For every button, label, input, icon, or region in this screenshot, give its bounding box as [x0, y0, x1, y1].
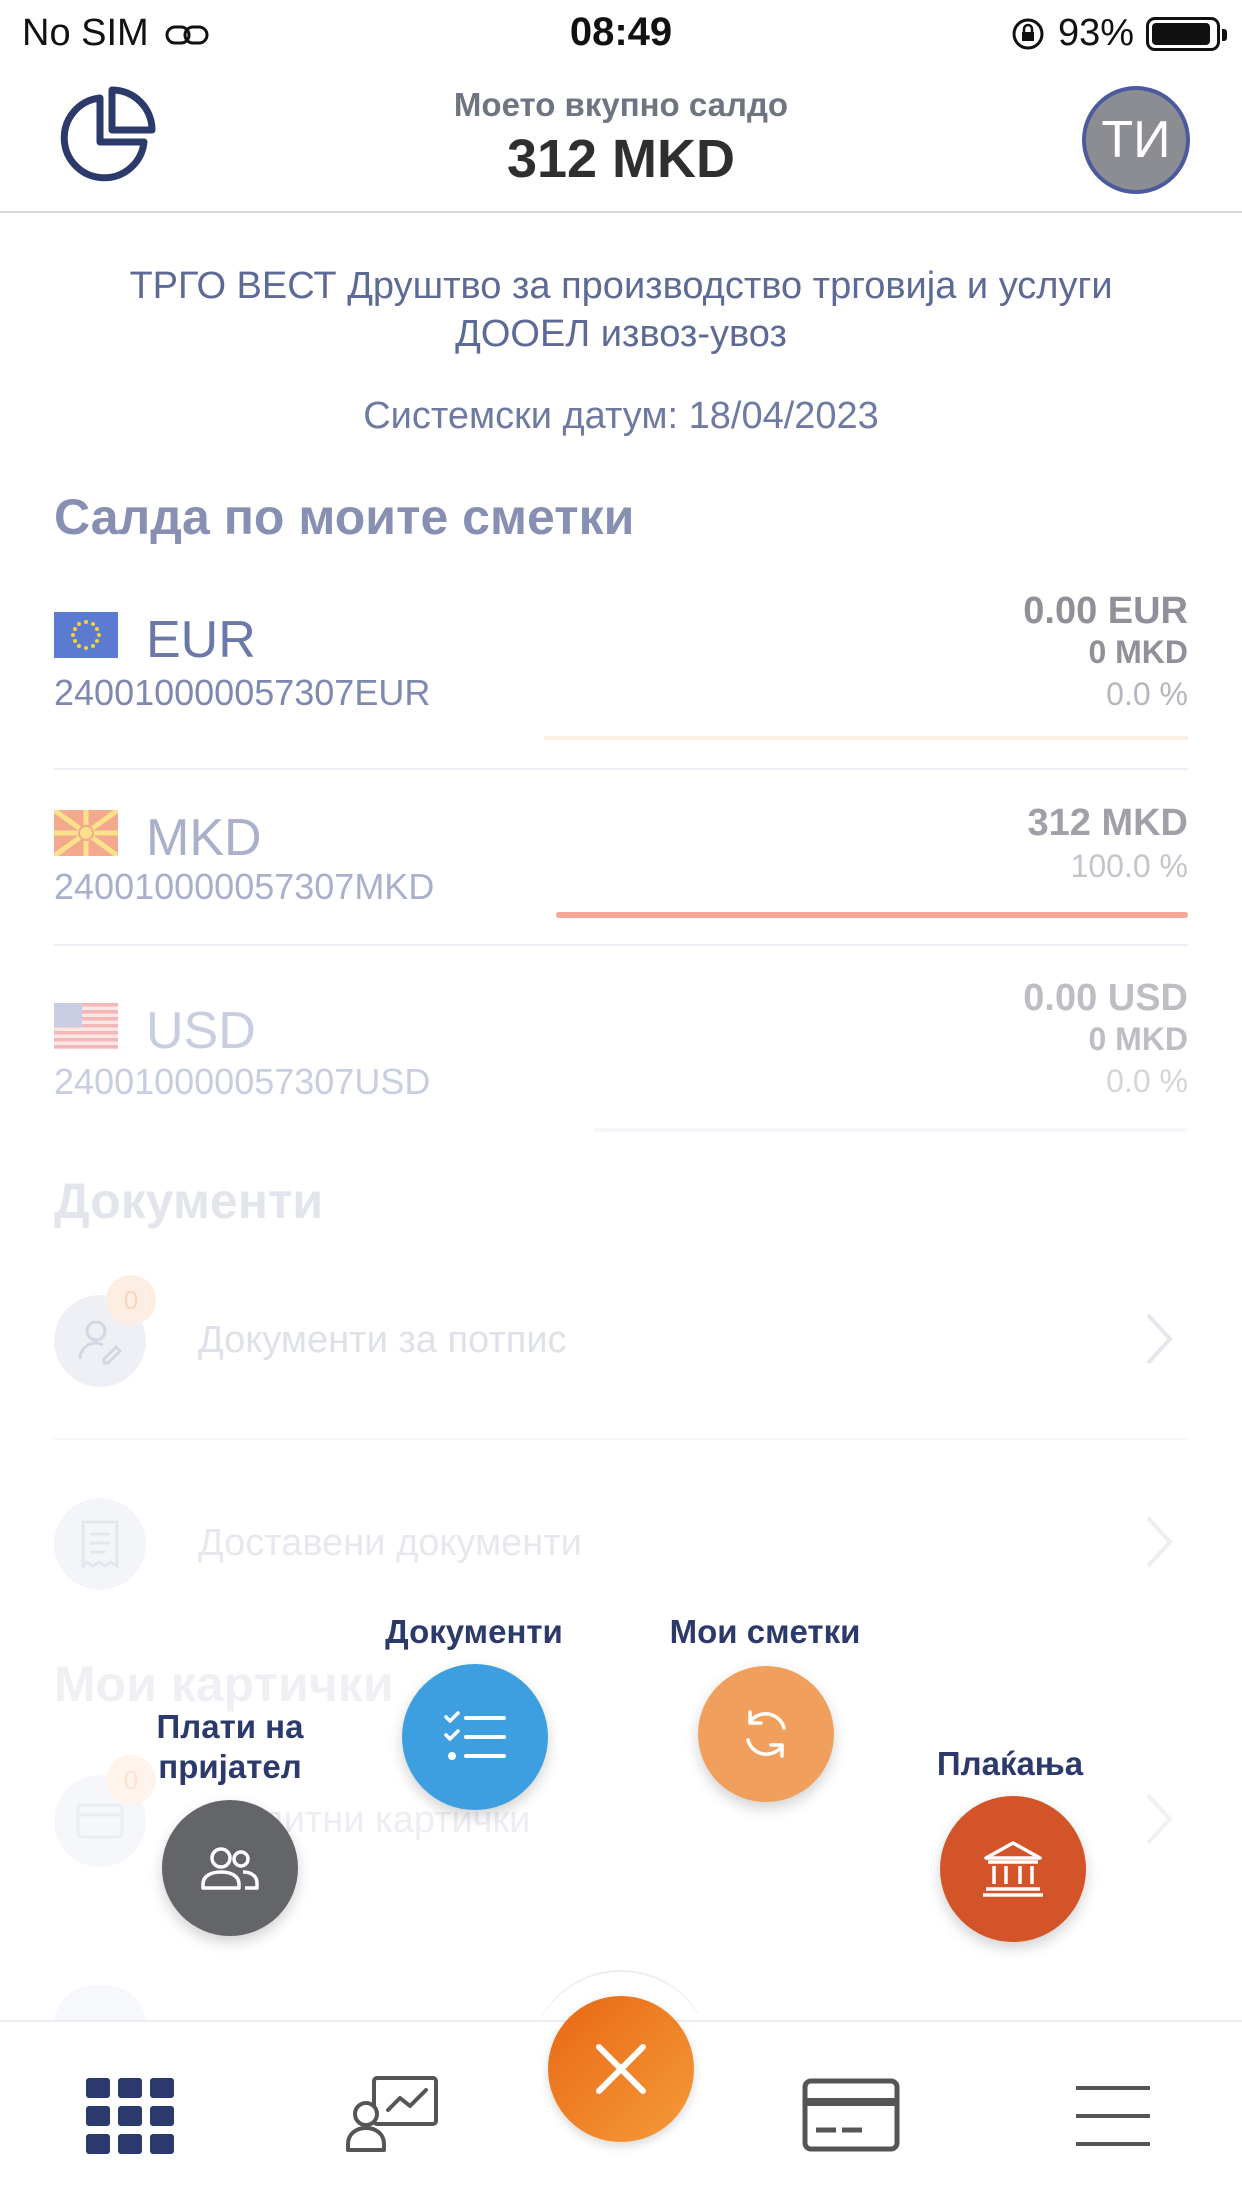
us-flag-icon	[54, 1003, 118, 1049]
divider	[54, 768, 1188, 770]
refresh-icon	[746, 1710, 786, 1758]
menu-icon[interactable]	[1074, 2084, 1152, 2148]
card-icon[interactable]	[802, 2078, 900, 2152]
presentation-icon[interactable]	[344, 2074, 440, 2154]
dashboard-grid-icon[interactable]	[86, 2078, 174, 2154]
account-row-mkd[interactable]: MKD 240010000057307MKD 312 MKD 100.0 %	[54, 800, 1188, 925]
account-row-eur[interactable]: EUR 240010000057307EUR 0.00 EUR 0 MKD 0.…	[54, 590, 1188, 740]
account-number: 240010000057307USD	[54, 1061, 431, 1102]
rotation-lock-icon	[1012, 18, 1044, 49]
payments-button[interactable]	[940, 1796, 1086, 1942]
close-icon	[596, 2044, 646, 2094]
battery-icon	[1146, 16, 1227, 51]
battery-percent: 93%	[1057, 12, 1134, 54]
share-bar-track	[594, 1128, 1188, 1132]
bank-icon	[983, 1841, 1043, 1897]
share-bar-track	[556, 912, 1188, 918]
divider	[54, 944, 1188, 946]
account-amount: 0.00 EUR	[1023, 590, 1188, 632]
accounts-section-title: Салда по моите сметки	[54, 489, 635, 545]
chevron-right-icon	[1146, 1516, 1173, 1568]
account-row-usd[interactable]: USD 240010000057307USD 0.00 USD 0 MKD 0.…	[54, 975, 1188, 1135]
my-accounts-button[interactable]	[698, 1666, 834, 1802]
payments-label: Плаќања	[936, 1745, 1084, 1782]
account-number: 240010000057307EUR	[54, 672, 431, 713]
total-balance: 312 MKD	[506, 129, 736, 189]
list-item-label: Доставени документи	[198, 1522, 582, 1564]
header: Моето вкупно салдо 312 MKD ТИ	[0, 68, 1242, 213]
account-currency: EUR	[146, 611, 256, 669]
system-date: Системски датум: 18/04/2023	[363, 395, 879, 437]
avatar[interactable]: ТИ	[1082, 86, 1190, 194]
list-item-label: Документи за потпис	[198, 1319, 567, 1361]
mk-flag-icon	[54, 810, 118, 856]
company-name: ТРГО ВЕСТ Друштво за производство тргови…	[129, 265, 1113, 355]
documents-button[interactable]	[402, 1664, 548, 1810]
account-percent: 100.0 %	[1070, 848, 1188, 884]
my-accounts-label: Мои сметки	[669, 1613, 861, 1650]
account-amount-mkd: 0 MKD	[1088, 634, 1188, 670]
share-bar-track	[544, 736, 1188, 740]
account-percent: 0.0 %	[1106, 1063, 1188, 1099]
cards-section-title: Мои картички	[54, 1656, 394, 1712]
list-item-icon-partial	[54, 1985, 146, 2025]
account-amount: 312 MKD	[1027, 802, 1189, 844]
eu-flag-icon	[54, 612, 118, 658]
list-item-documents-to-sign[interactable]: 0 Документи за потпис	[54, 1275, 1188, 1395]
receipt-icon	[54, 1498, 146, 1590]
list-item-delivered-documents[interactable]: Доставени документи	[54, 1498, 1188, 1598]
documents-label: Документи	[385, 1613, 563, 1650]
users-icon	[201, 1847, 259, 1890]
account-currency: USD	[146, 1002, 256, 1060]
divider	[54, 1438, 1188, 1440]
account-amount-mkd: 0 MKD	[1088, 1021, 1188, 1057]
header-subtitle: Моето вкупно салдо	[453, 86, 789, 123]
account-amount: 0.00 USD	[1023, 977, 1188, 1019]
status-bar: No SIM 08:49 93%	[0, 0, 1242, 68]
pay-friend-button[interactable]	[162, 1800, 298, 1936]
account-currency: MKD	[146, 809, 262, 867]
checklist-icon	[444, 1711, 506, 1760]
documents-section-title: Документи	[54, 1173, 324, 1229]
close-menu-button[interactable]	[548, 1996, 694, 2142]
account-number: 240010000057307MKD	[54, 866, 435, 907]
account-percent: 0.0 %	[1106, 676, 1188, 712]
chevron-right-icon	[1146, 1793, 1173, 1845]
pay-friend-label: Плати на пријател	[156, 1708, 304, 1785]
chevron-right-icon	[1146, 1313, 1173, 1365]
badge: 0	[106, 1275, 156, 1325]
